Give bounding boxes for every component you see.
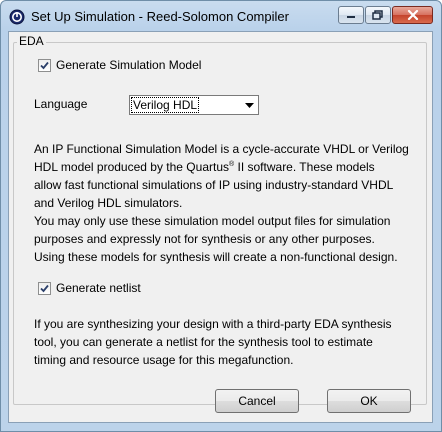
eda-group-label: EDA — [17, 34, 46, 48]
app-icon — [9, 9, 25, 25]
description-line: and Verilog HDL simulators. — [34, 196, 183, 210]
generate-netlist-checkbox[interactable]: Generate netlist — [38, 281, 141, 295]
chevron-down-icon[interactable] — [241, 96, 258, 114]
title-bar[interactable]: Set Up Simulation - Reed-Solomon Compile… — [1, 1, 441, 31]
language-select[interactable]: Verilog HDL — [129, 95, 259, 115]
ok-button[interactable]: OK — [327, 389, 411, 413]
checkmark-icon — [40, 284, 49, 292]
minimize-icon — [347, 16, 355, 18]
description-line: Using these models for synthesis will cr… — [34, 250, 398, 264]
language-label: Language — [34, 97, 88, 111]
maximize-icon — [372, 10, 383, 20]
dialog-body: EDA Generate Simulation Model Language V… — [8, 31, 433, 423]
description-line: II software. These models — [234, 160, 375, 174]
description-line: allow fast functional simulations of IP … — [34, 178, 394, 192]
checkmark-icon — [40, 61, 49, 69]
checkbox-box[interactable] — [38, 58, 51, 72]
description-line: An IP Functional Simulation Model is a c… — [34, 142, 409, 156]
generate-simulation-model-label: Generate Simulation Model — [56, 58, 202, 72]
close-button[interactable] — [392, 6, 433, 24]
description-line: You may only use these simulation model … — [34, 214, 391, 228]
description-line: purposes and expressly not for synthesis… — [34, 232, 375, 246]
dialog-window: Set Up Simulation - Reed-Solomon Compile… — [0, 0, 442, 432]
maximize-button[interactable] — [365, 6, 391, 24]
simulation-model-description: An IP Functional Simulation Model is a c… — [34, 140, 424, 266]
generate-netlist-label: Generate netlist — [56, 281, 141, 295]
minimize-button[interactable] — [338, 6, 364, 24]
checkbox-box[interactable] — [38, 281, 51, 295]
window-title: Set Up Simulation - Reed-Solomon Compile… — [31, 9, 289, 24]
netlist-description-line: timing and resource usage for this megaf… — [34, 353, 294, 367]
description-line: HDL model produced by the Quartus — [34, 160, 229, 174]
close-icon — [407, 10, 418, 20]
generate-simulation-model-checkbox[interactable]: Generate Simulation Model — [38, 58, 201, 72]
netlist-description-line: tool, you can generate a netlist for the… — [34, 335, 373, 349]
netlist-description: If you are synthesizing your design with… — [34, 315, 424, 369]
netlist-description-line: If you are synthesizing your design with… — [34, 317, 392, 331]
language-selected-value: Verilog HDL — [130, 97, 200, 113]
cancel-button[interactable]: Cancel — [215, 389, 299, 413]
